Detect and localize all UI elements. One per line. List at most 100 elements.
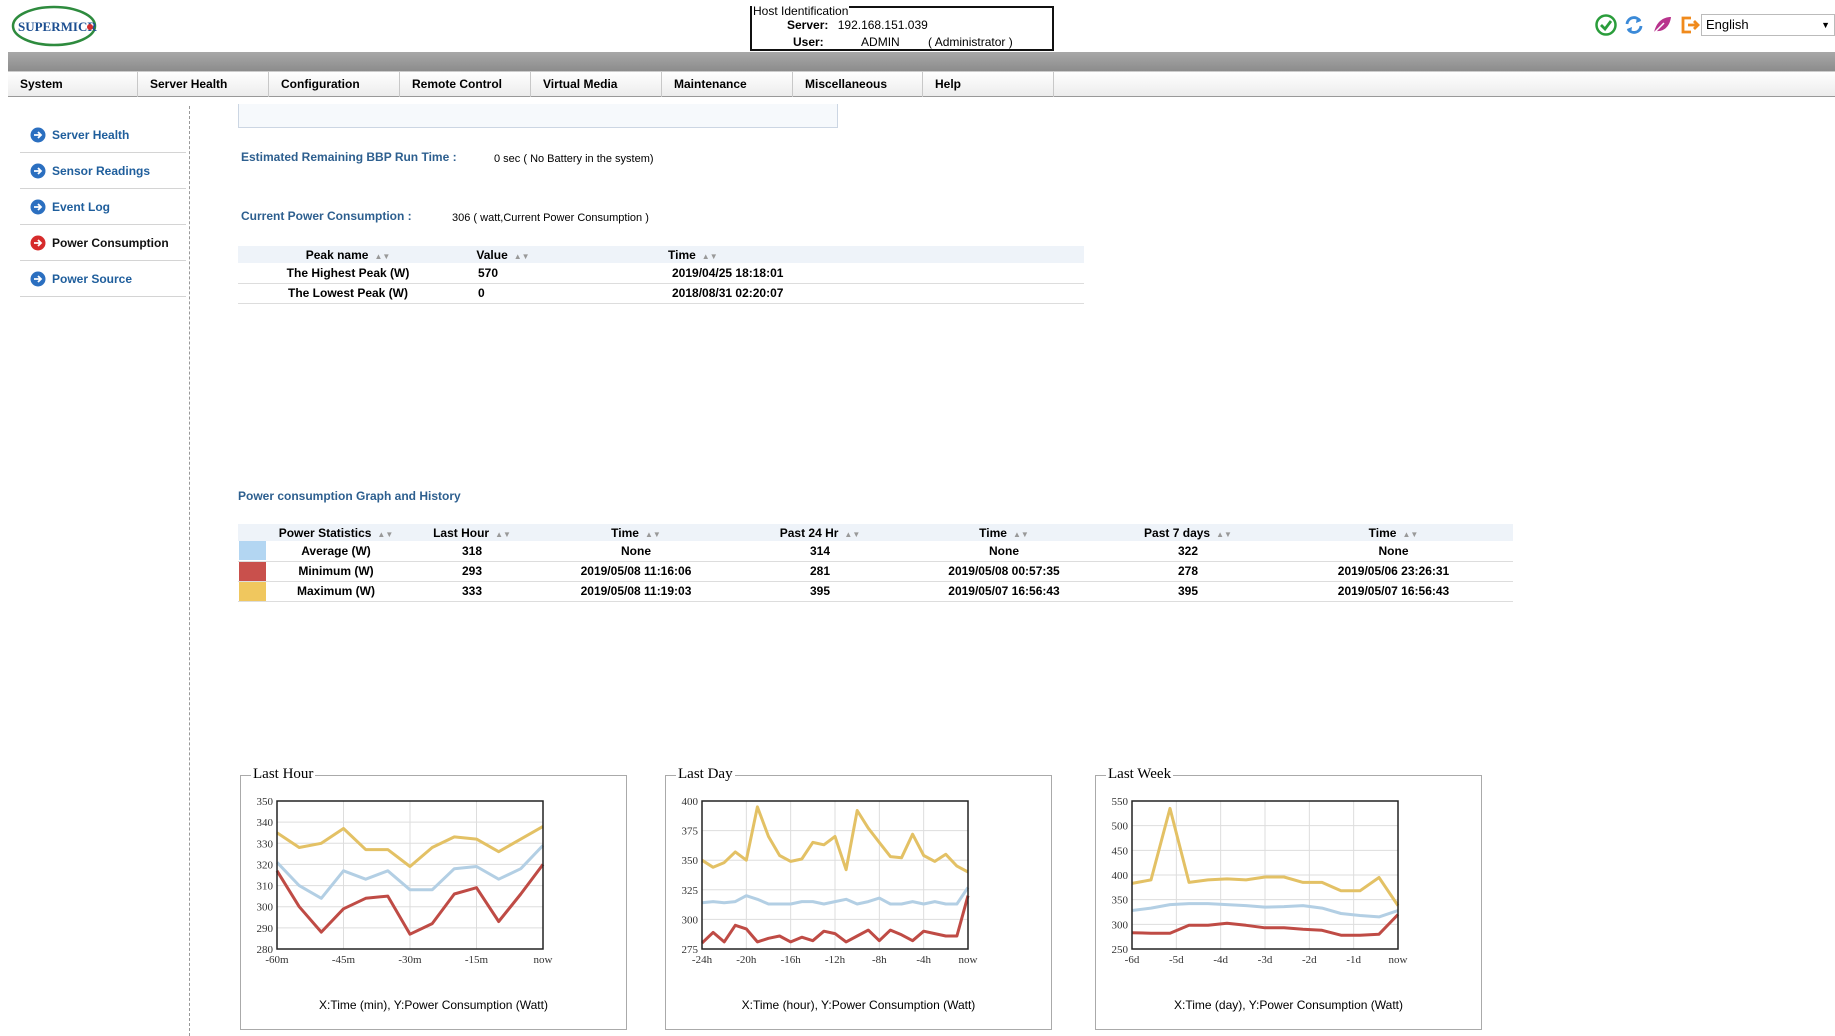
peak-table: Peak name ▲▼ Value ▲▼ Time ▲▼ The Highest P… [238, 246, 1084, 304]
refresh-icon[interactable] [1622, 13, 1646, 37]
stats-header-past-24hr[interactable]: Past 24 Hr ▲▼ [734, 524, 906, 541]
chart-last-day: Last Day -24h -20h -16h -12h -8h -4h now 275 300… [665, 766, 1052, 1030]
sort-icon: ▲▼ [377, 529, 394, 539]
stats-cell: Maximum (W) [266, 581, 406, 602]
server-label: Server: [787, 18, 829, 32]
y-tick-label: 310 [257, 881, 274, 893]
sidebar-item-sensor-readings[interactable]: Sensor Readings [20, 153, 186, 189]
peak-name-cell: The Lowest Peak (W) [238, 283, 458, 304]
y-tick-label: 275 [682, 944, 699, 956]
table-row: Maximum (W) 333 2019/05/08 11:19:03 395 2019… [238, 581, 1513, 602]
language-select[interactable]: English ▼ [1701, 14, 1835, 36]
power-stats-table: Power Statistics ▲▼ Last Hour ▲▼ Time ▲▼ Pa… [238, 524, 1513, 602]
y-tick-label: 350 [257, 796, 274, 808]
stats-header-last-hour[interactable]: Last Hour ▲▼ [406, 524, 538, 541]
chart-xlabel: X:Time (min), Y:Power Consumption (Watt) [319, 998, 548, 1012]
menu-configuration[interactable]: Configuration [269, 72, 400, 97]
sidebar-item-event-log[interactable]: Event Log [20, 189, 186, 225]
stats-cell: 2019/05/08 11:19:03 [538, 581, 734, 602]
x-tick-label: now [959, 954, 978, 966]
y-tick-label: 340 [257, 817, 274, 829]
sidebar-item-label: Sensor Readings [52, 163, 151, 178]
menu-system[interactable]: System [8, 72, 138, 97]
sort-icon: ▲▼ [1216, 529, 1232, 539]
stats-header-power-statistics[interactable]: Power Statistics ▲▼ [266, 524, 406, 541]
menu-help[interactable]: Help [923, 72, 1054, 97]
sidebar-divider [189, 106, 190, 1036]
sort-icon: ▲▼ [644, 529, 661, 539]
stats-cell: 314 [734, 541, 906, 562]
stats-cell: 322 [1102, 541, 1274, 562]
menu-virtual-media[interactable]: Virtual Media [531, 72, 662, 97]
x-tick-label: -16h [781, 954, 802, 966]
header-divider-bar [8, 52, 1835, 71]
y-tick-label: 250 [1112, 944, 1129, 956]
sort-icon: ▲▼ [513, 251, 530, 261]
menu-server-health[interactable]: Server Health [138, 72, 269, 97]
stats-cell: 293 [406, 561, 538, 582]
x-tick-label: -2d [1302, 954, 1317, 966]
peak-value-header[interactable]: Value ▲▼ [458, 246, 548, 263]
top-panel [238, 104, 838, 128]
table-row: The Lowest Peak (W) 0 2018/08/31 02:20:0… [238, 283, 1084, 304]
y-tick-label: 325 [682, 885, 699, 897]
arrow-right-circle-icon [30, 235, 46, 250]
sort-icon: ▲▼ [495, 529, 511, 539]
y-tick-label: 400 [682, 796, 699, 808]
stats-cell: 318 [406, 541, 538, 562]
sidebar-item-label: Server Health [52, 127, 130, 142]
menu-remote-control[interactable]: Remote Control [400, 72, 531, 97]
x-tick-label: -3d [1258, 954, 1273, 966]
chevron-down-icon: ▼ [1821, 20, 1830, 30]
table-row: Average (W) 318 None 314 None 322 None [238, 541, 1513, 562]
stats-cell: None [906, 541, 1102, 562]
y-tick-label: 320 [257, 859, 274, 871]
y-tick-label: 450 [1112, 845, 1129, 857]
stats-header-past-7days[interactable]: Past 7 days ▲▼ [1102, 524, 1274, 541]
stats-cell: None [1274, 541, 1513, 562]
x-tick-label: now [534, 954, 553, 966]
svg-text:SUPERMICR: SUPERMICR [18, 19, 97, 34]
sidebar-item-power-consumption[interactable]: Power Consumption [20, 225, 186, 261]
y-tick-label: 300 [682, 914, 699, 926]
sidebar-item-power-source[interactable]: Power Source [20, 261, 186, 297]
leaf-icon[interactable] [1650, 13, 1674, 37]
arrow-right-circle-icon [30, 127, 46, 142]
stats-header-time[interactable]: Time ▲▼ [1274, 524, 1513, 541]
stats-cell: 278 [1102, 561, 1274, 582]
peak-time-header[interactable]: Time ▲▼ [548, 246, 1084, 263]
stats-header-time[interactable]: Time ▲▼ [906, 524, 1102, 541]
y-tick-label: 300 [1112, 919, 1129, 931]
user-role: ( Administrator ) [928, 35, 1013, 49]
language-value: English [1706, 17, 1749, 32]
sort-icon: ▲▼ [844, 529, 861, 539]
menu-miscellaneous[interactable]: Miscellaneous [793, 72, 923, 97]
host-identification-legend: Host Identification [752, 4, 850, 18]
y-tick-label: 350 [1112, 895, 1129, 907]
stats-cell: 2019/05/06 23:26:31 [1274, 561, 1513, 582]
x-tick-label: -15m [465, 954, 489, 966]
main-menu-bar: System Server Health Configuration Remot… [8, 71, 1835, 97]
stats-cell: 2019/05/07 16:56:43 [1274, 581, 1513, 602]
series-color-swatch [238, 541, 266, 561]
sidebar: Server Health Sensor Readings Event Log … [20, 117, 186, 297]
color-swatch-cell [238, 561, 266, 582]
current-power-label: Current Power Consumption : [241, 209, 412, 223]
peak-name-header[interactable]: Peak name ▲▼ [238, 246, 458, 263]
bbp-run-time-label: Estimated Remaining BBP Run Time : [241, 150, 457, 164]
y-tick-label: 400 [1112, 870, 1129, 882]
color-swatch-cell [238, 541, 266, 562]
y-tick-label: 330 [257, 838, 274, 850]
y-tick-label: 375 [682, 826, 699, 838]
menu-maintenance[interactable]: Maintenance [662, 72, 793, 97]
logout-icon[interactable] [1678, 13, 1702, 37]
y-tick-label: 280 [257, 944, 274, 956]
bbp-run-time-value: 0 sec ( No Battery in the system) [494, 153, 654, 165]
sort-icon: ▲▼ [1402, 529, 1419, 539]
x-tick-label: now [1389, 954, 1408, 966]
status-ok-icon[interactable] [1594, 13, 1618, 37]
stats-header-time[interactable]: Time ▲▼ [538, 524, 734, 541]
arrow-right-circle-icon [30, 271, 46, 286]
sidebar-item-server-health[interactable]: Server Health [20, 117, 186, 153]
y-tick-label: 350 [682, 855, 699, 867]
